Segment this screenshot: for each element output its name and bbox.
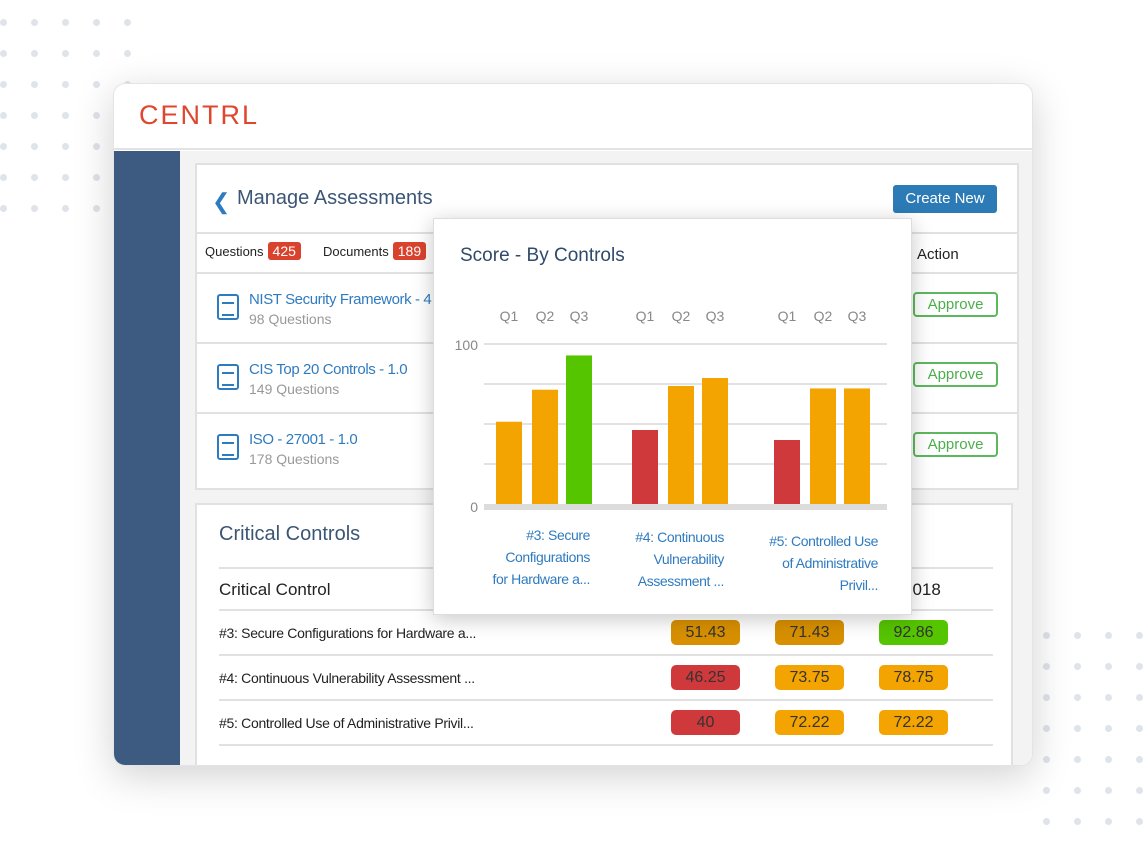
category-label[interactable]: #3: Secure — [526, 527, 591, 543]
control-name: #4: Continuous Vulnerability Assessment … — [219, 670, 475, 686]
create-new-button[interactable]: Create New — [893, 185, 997, 213]
bar[interactable] — [668, 386, 694, 504]
tab-questions[interactable]: Questions 425 — [205, 242, 301, 260]
tab-documents[interactable]: Documents 189 — [323, 242, 427, 260]
bar[interactable] — [566, 355, 592, 504]
assessment-link[interactable]: ISO - 27001 - 1.0 — [249, 431, 358, 448]
column-header: Critical Control — [219, 580, 331, 599]
question-count: 178 Questions — [249, 451, 340, 467]
page-title: Manage Assessments — [237, 187, 433, 209]
control-name: #3: Secure Configurations for Hardware a… — [219, 625, 477, 641]
count-badge: 189 — [392, 242, 427, 260]
category-label[interactable]: of Administrative — [782, 555, 879, 571]
category-label[interactable]: Configurations — [505, 549, 590, 565]
bar-chart: 100 0 Q1 Q2 Q3 #3: Secure Configurations for Ha… — [455, 308, 887, 593]
category-label[interactable]: Vulnerability — [653, 551, 724, 567]
bar[interactable] — [774, 440, 800, 504]
top-bar: CENTRL — [114, 84, 1032, 150]
bar[interactable] — [702, 378, 728, 504]
score-pill: 73.75 — [775, 665, 844, 690]
score-pill: 78.75 — [879, 665, 948, 690]
document-list-icon — [217, 434, 239, 460]
assessment-link[interactable]: CIS Top 20 Controls - 1.0 — [249, 361, 408, 378]
tab-label: Questions — [205, 244, 264, 259]
quarter-label: Q1 — [778, 308, 797, 324]
approve-button[interactable]: Approve — [913, 292, 998, 317]
section-title: Critical Controls — [219, 523, 361, 545]
score-chart-popup: Score - By Controls 100 0 Q1 Q2 Q3 #3: Secure… — [433, 218, 912, 615]
control-name: #5: Controlled Use of Administrative Pri… — [219, 715, 474, 731]
action-column-header: Action — [917, 246, 959, 263]
table-row: #5: Controlled Use of Administrative Pri… — [219, 701, 993, 746]
quarter-label: Q1 — [500, 308, 519, 324]
score-pill: 71.43 — [775, 620, 844, 645]
score-pill: 72.22 — [879, 710, 948, 735]
back-chevron-icon[interactable]: ❮ — [212, 189, 230, 215]
score-pill: 46.25 — [671, 665, 740, 690]
y-tick-label: 0 — [470, 499, 478, 515]
quarter-label: Q2 — [814, 308, 833, 324]
category-label[interactable]: Assessment ... — [638, 573, 725, 589]
bar[interactable] — [496, 421, 522, 504]
score-pill: 51.43 — [671, 620, 740, 645]
score-pill: 92.86 — [879, 620, 948, 645]
quarter-label: Q3 — [706, 308, 725, 324]
question-count: 98 Questions — [249, 311, 332, 327]
y-tick-label: 100 — [455, 337, 479, 353]
tab-label: Documents — [323, 244, 389, 259]
quarter-label: Q3 — [848, 308, 867, 324]
table-row: #4: Continuous Vulnerability Assessment … — [219, 656, 993, 701]
question-count: 149 Questions — [249, 381, 340, 397]
category-label[interactable]: for Hardware a... — [493, 571, 591, 587]
assessment-link[interactable]: NIST Security Framework - 4 — [249, 291, 432, 308]
table-row: #3: Secure Configurations for Hardware a… — [219, 611, 993, 656]
quarter-label: Q2 — [536, 308, 555, 324]
approve-button[interactable]: Approve — [913, 362, 998, 387]
category-label[interactable]: #4: Continuous — [635, 529, 724, 545]
bar[interactable] — [532, 389, 558, 504]
quarter-label: Q1 — [636, 308, 655, 324]
approve-button[interactable]: Approve — [913, 432, 998, 457]
sidebar — [114, 151, 180, 765]
bar[interactable] — [810, 388, 836, 504]
quarter-label: Q3 — [570, 308, 589, 324]
score-pill: 72.22 — [775, 710, 844, 735]
bar[interactable] — [632, 430, 658, 504]
quarter-label: Q2 — [672, 308, 691, 324]
count-badge: 425 — [267, 242, 301, 260]
category-label[interactable]: Privil... — [840, 577, 879, 593]
document-list-icon — [217, 364, 239, 390]
category-label[interactable]: #5: Controlled Use — [769, 533, 879, 549]
logo: CENTRL — [139, 100, 260, 130]
document-list-icon — [217, 294, 239, 320]
bar[interactable] — [844, 388, 870, 504]
score-pill: 40 — [671, 710, 740, 735]
